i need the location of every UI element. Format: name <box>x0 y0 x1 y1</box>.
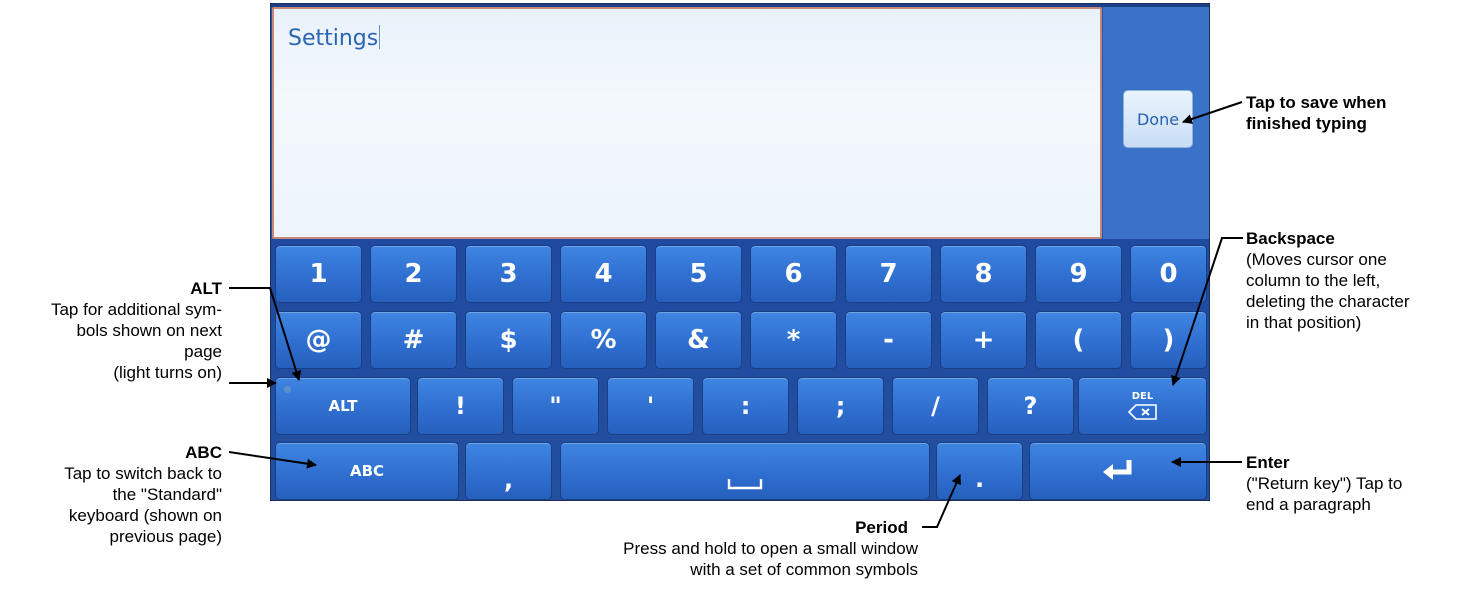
backspace-callout-arrow <box>1171 237 1243 386</box>
done-callout-title: Tap to save when <box>1246 93 1387 112</box>
backspace-callout: Backspace (Moves cursor one column to th… <box>1246 228 1410 333</box>
period-callout-arrow <box>922 474 961 528</box>
enter-callout-line: ("Return key") Tap to <box>1246 474 1403 493</box>
period-callout: Period Press and hold to open a small wi… <box>623 517 918 580</box>
alt-callout-line: bols shown on next <box>76 321 222 340</box>
abc-callout-title: ABC <box>185 443 222 462</box>
backspace-callout-line: column to the left, <box>1246 271 1381 290</box>
abc-callout: ABC Tap to switch back to the "Standard"… <box>64 442 222 547</box>
done-callout: Tap to save when finished typing <box>1246 92 1386 134</box>
abc-callout-line: keyboard (shown on <box>68 506 222 525</box>
alt-callout-arrow <box>229 287 302 381</box>
backspace-callout-line: deleting the character <box>1246 292 1410 311</box>
backspace-callout-title: Backspace <box>1246 229 1335 248</box>
abc-callout-line: previous page) <box>109 527 222 546</box>
abc-callout-line: Tap to switch back to <box>64 464 222 483</box>
alt-callout: ALT Tap for additional sym- bols shown o… <box>51 278 222 383</box>
backspace-callout-line: (Moves cursor one <box>1246 250 1387 269</box>
enter-callout-line: end a paragraph <box>1246 495 1371 514</box>
backspace-callout-line: in that position) <box>1246 313 1362 332</box>
abc-callout-arrow <box>228 451 317 469</box>
period-callout-title: Period <box>855 518 908 537</box>
alt-callout-line: Tap for additional sym- <box>50 300 222 319</box>
enter-callout-title: Enter <box>1246 453 1290 472</box>
period-callout-line: with a set of common symbols <box>690 560 918 579</box>
done-callout-desc: finished typing <box>1246 114 1367 133</box>
done-callout-arrow <box>1182 101 1243 124</box>
alt-callout-line: page <box>184 342 222 361</box>
abc-callout-line: the "Standard" <box>112 485 222 504</box>
alt-callout-line: (light turns on) <box>113 363 222 382</box>
alt-callout-title: ALT <box>190 279 222 298</box>
enter-callout: Enter ("Return key") Tap to end a paragr… <box>1246 452 1402 515</box>
period-callout-line: Press and hold to open a small window <box>623 539 918 558</box>
